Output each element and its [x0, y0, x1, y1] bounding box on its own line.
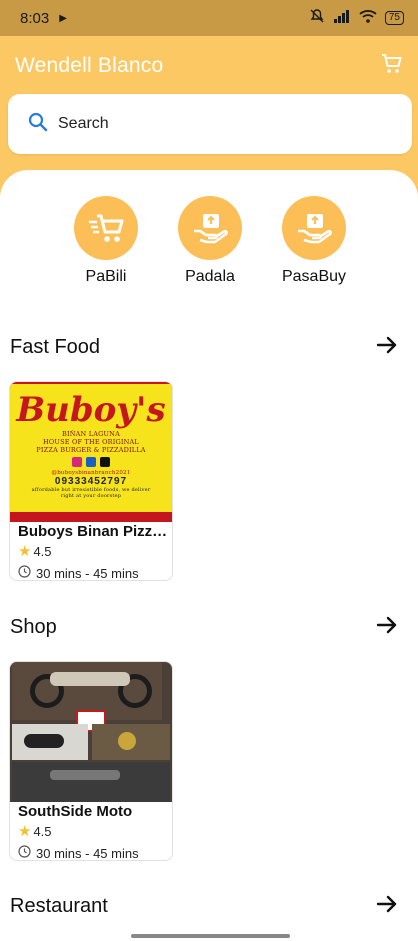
service-label: PaBili — [85, 268, 127, 285]
shopping-cart-icon — [74, 196, 138, 260]
store-image: Buboy's BIÑAN LAGUNA HOUSE OF THE ORIGIN… — [10, 382, 172, 522]
page-title: Wendell Blanco — [15, 54, 164, 77]
store-eta: 30 mins - 45 mins — [18, 845, 139, 861]
image-text: PIZZA BURGER & PIZZADILLA — [36, 446, 146, 454]
service-pabili[interactable]: PaBili — [51, 196, 161, 286]
arrow-right-icon[interactable] — [376, 615, 398, 640]
package-hand-icon — [282, 196, 346, 260]
search-icon — [28, 112, 48, 137]
eta-value: 30 mins - 45 mins — [36, 845, 139, 861]
search-label: Search — [58, 115, 109, 132]
package-hand-icon — [178, 196, 242, 260]
section-title: Shop — [10, 615, 57, 638]
arrow-right-icon[interactable] — [376, 335, 398, 360]
store-card[interactable]: SouthSide Moto ★ 4.5 30 mins - 45 mins — [9, 661, 173, 861]
facebook-icon — [86, 457, 96, 467]
service-label: PasaBuy — [281, 268, 347, 285]
rating-value: 4.5 — [33, 544, 52, 559]
clock-icon — [18, 845, 31, 860]
mute-icon — [309, 8, 325, 28]
service-label: Padala — [185, 268, 235, 285]
store-logo-text: Buboy's — [16, 390, 166, 430]
store-eta: 30 mins - 45 mins — [18, 565, 139, 581]
image-text: BIÑAN LAGUNA — [62, 430, 120, 438]
clock-icon — [18, 565, 31, 580]
rating-value: 4.5 — [33, 824, 52, 839]
instagram-icon — [72, 457, 82, 467]
section-title: Restaurant — [10, 894, 108, 917]
star-icon: ★ — [18, 543, 32, 560]
image-phone: 09333452797 — [54, 476, 128, 487]
social-icons — [72, 457, 110, 467]
store-name: SouthSide Moto — [18, 803, 133, 820]
store-rating: ★ 4.5 — [18, 824, 52, 839]
service-pasabuy[interactable]: PasaBuy — [259, 196, 369, 286]
arrow-right-icon[interactable] — [376, 894, 398, 919]
star-icon: ★ — [18, 823, 32, 840]
section-header-restaurant: Restaurant — [0, 891, 418, 921]
image-text: affordable but irresistible foods, we de… — [31, 487, 151, 499]
service-padala[interactable]: Padala — [155, 196, 265, 286]
wifi-icon — [359, 9, 377, 27]
status-bar: 8:03 ▶ 75 — [0, 0, 418, 36]
store-rating: ★ 4.5 — [18, 544, 52, 559]
store-card[interactable]: Buboy's BIÑAN LAGUNA HOUSE OF THE ORIGIN… — [9, 381, 173, 581]
search-bar[interactable]: Search — [8, 94, 412, 154]
section-title: Fast Food — [10, 335, 101, 358]
section-header-shop: Shop — [0, 612, 418, 642]
battery-icon: 75 — [384, 11, 404, 25]
cart-icon[interactable] — [380, 52, 404, 81]
signal-icon — [333, 9, 351, 27]
play-icon: ▶ — [59, 12, 67, 24]
store-name: Buboys Binan Pizz… — [18, 523, 168, 540]
store-image — [10, 662, 172, 802]
app-bar: Wendell Blanco — [0, 44, 418, 88]
status-time: 8:03 — [20, 9, 50, 27]
eta-value: 30 mins - 45 mins — [36, 565, 139, 581]
section-header-fast-food: Fast Food — [0, 332, 418, 362]
image-text: HOUSE OF THE ORIGINAL — [43, 438, 139, 446]
tiktok-icon — [100, 457, 110, 467]
home-indicator[interactable] — [131, 934, 290, 938]
